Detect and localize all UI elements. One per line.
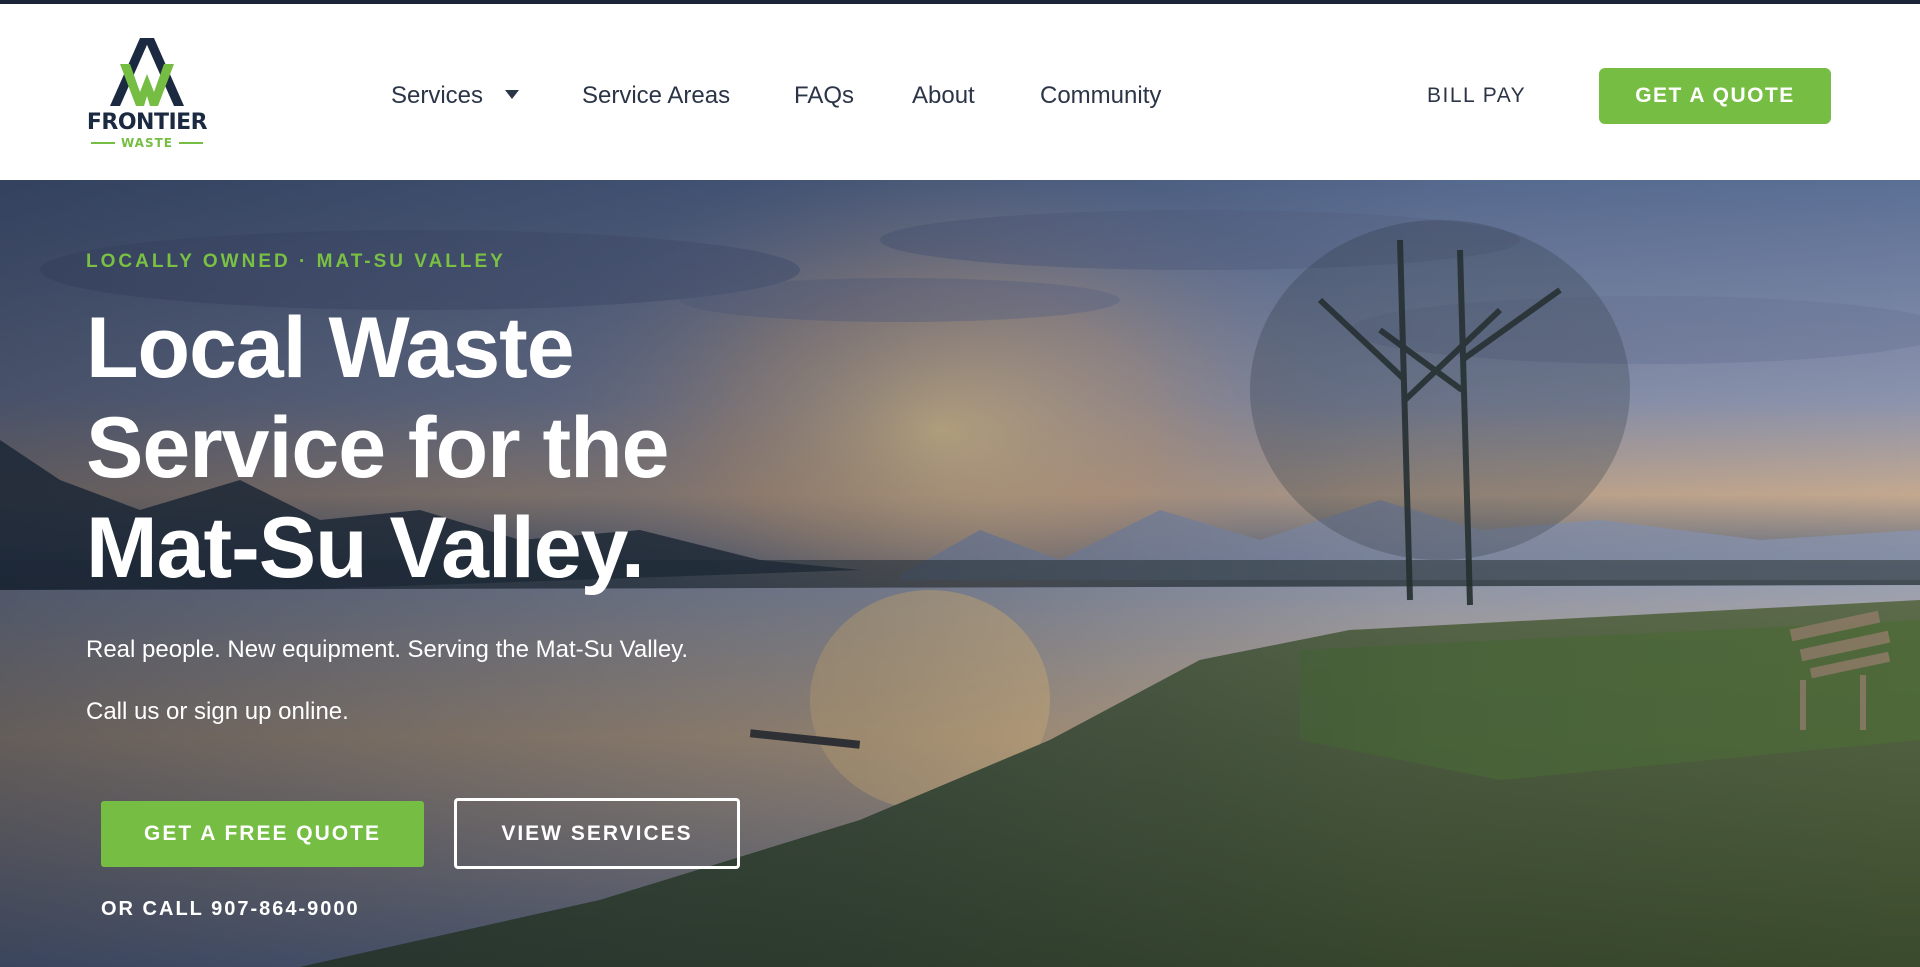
bill-pay-link[interactable]: BILL PAY [1427, 84, 1526, 108]
nav-item-about[interactable]: About [912, 82, 975, 110]
nav-item-label: Community [1040, 82, 1162, 109]
site-header: FRONTIER WASTE Services Service Areas FA… [0, 4, 1920, 180]
nav-item-services[interactable]: Services [391, 82, 520, 110]
call-phone-link[interactable]: OR CALL 907-864-9000 [101, 898, 360, 921]
hero-section: LOCALLY OWNED · MAT-SU VALLEY Local Wast… [0, 180, 1920, 967]
logo-sub-text: WASTE [120, 136, 173, 150]
logo-rule-right [179, 142, 203, 144]
nav-item-service-areas[interactable]: Service Areas [582, 82, 730, 110]
hero-headline-line: Local Waste [86, 300, 575, 396]
site-logo[interactable]: FRONTIER WASTE [86, 34, 208, 154]
hero-headline-line: Service for the [86, 400, 669, 496]
hero-headline-line: Mat-Su Valley. [86, 500, 645, 596]
hero-subtitle: Real people. New equipment. Serving the … [86, 636, 689, 663]
logo-rule-left [90, 142, 115, 144]
frontier-mountain-logo-icon [110, 38, 184, 106]
get-free-quote-button[interactable]: GET A FREE QUOTE [101, 801, 424, 867]
logo-subline: WASTE [86, 136, 208, 150]
logo-wordmark: FRONTIER [86, 110, 208, 135]
chevron-down-icon [505, 90, 520, 100]
nav-item-label: FAQs [794, 82, 855, 109]
nav-item-label: Services [391, 82, 484, 109]
hero-headline: Local Waste Service for the Mat-Su Valle… [86, 298, 866, 598]
nav-item-label: Service Areas [582, 82, 731, 109]
nav-item-community[interactable]: Community [1040, 82, 1161, 110]
hero-call-to-action-text: Call us or sign up online. [86, 698, 349, 725]
hero-eyebrow: LOCALLY OWNED · MAT-SU VALLEY [86, 251, 506, 272]
nav-item-label: About [912, 82, 975, 109]
view-services-button[interactable]: VIEW SERVICES [454, 798, 740, 869]
get-a-quote-button[interactable]: GET A QUOTE [1599, 68, 1831, 124]
nav-item-faqs[interactable]: FAQs [794, 82, 854, 110]
